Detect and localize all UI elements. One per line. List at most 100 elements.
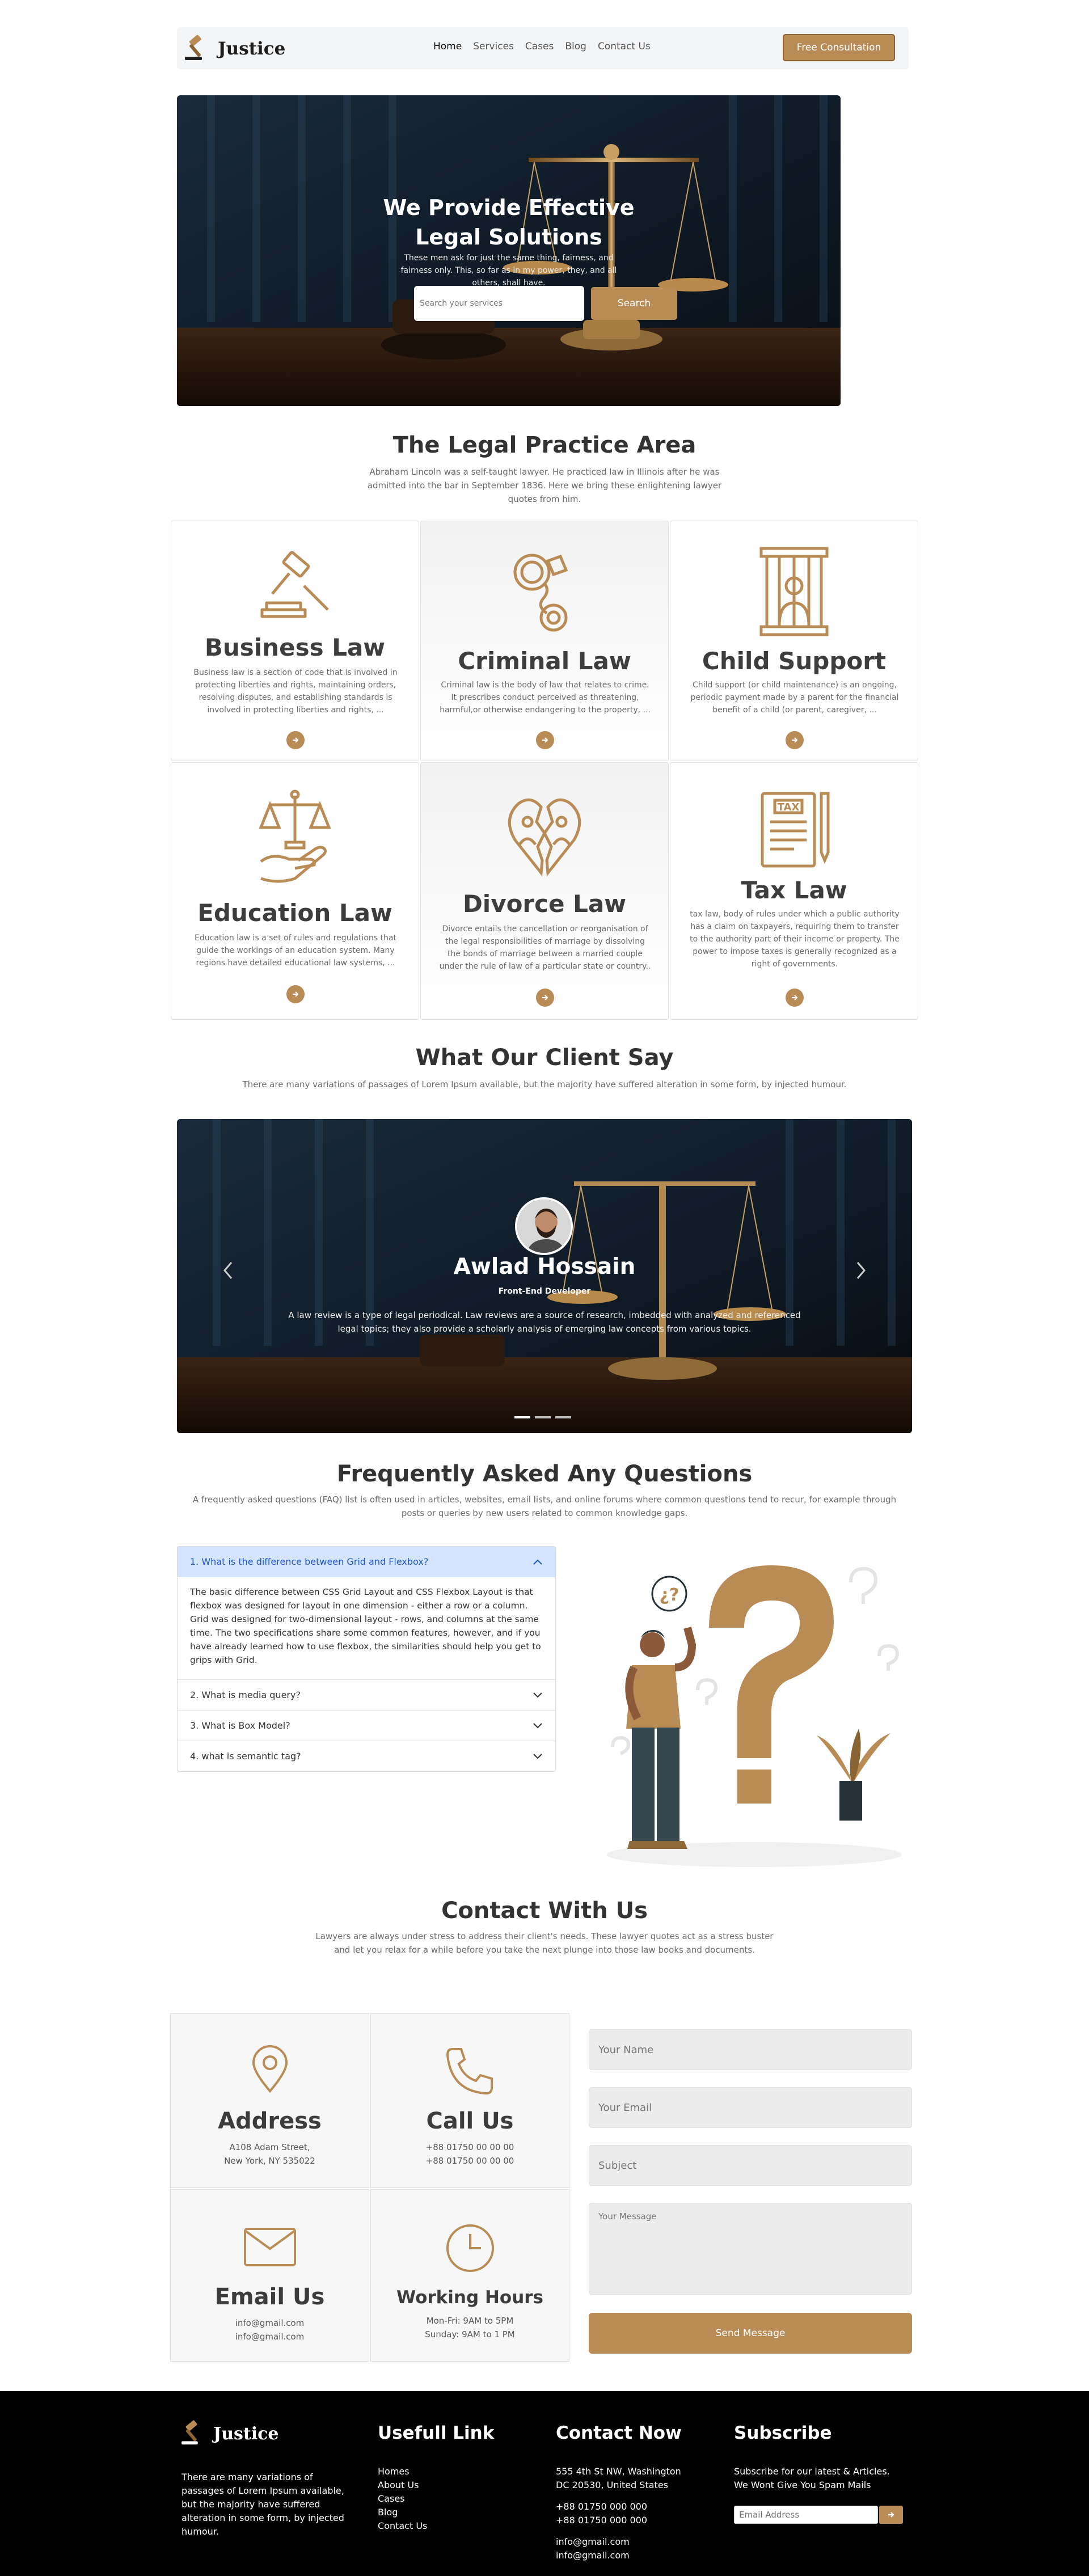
- testimonial-section-subtitle: There are many variations of passages of…: [242, 1079, 847, 1089]
- card-title: Divorce Law: [462, 890, 627, 918]
- nav-services[interactable]: Services: [473, 41, 514, 52]
- practice-card-business-law[interactable]: Business Law Business law is a section o…: [171, 521, 419, 761]
- footer-link-about-us[interactable]: About Us: [378, 2478, 427, 2492]
- hero-title-line2: Legal Solutions: [415, 225, 602, 250]
- arrow-right-icon[interactable]: [286, 731, 305, 749]
- gavel-logo-icon: [180, 2419, 209, 2448]
- call-line-2: +88 01750 00 00 00: [425, 2156, 514, 2166]
- scale-hand-icon: [259, 789, 331, 883]
- faq-question-text: 4. what is semantic tag?: [190, 1751, 301, 1762]
- contact-card-call: Call Us +88 01750 00 00 00 +88 01750 00 …: [370, 2013, 569, 2188]
- practice-section-subtitle: Abraham Lincoln was a self-taught lawyer…: [367, 467, 722, 504]
- faq-question-1[interactable]: 1. What is the difference between Grid a…: [178, 1547, 555, 1577]
- faq-question-4[interactable]: 4. what is semantic tag?: [178, 1741, 555, 1771]
- faq-answer-1: The basic difference between CSS Grid La…: [190, 1587, 541, 1665]
- arrow-right-icon[interactable]: [286, 985, 305, 1003]
- footer-contact-title: Contact Now: [556, 2423, 682, 2443]
- broken-heart-icon: [508, 798, 581, 877]
- footer-brand[interactable]: Justice: [180, 2419, 279, 2448]
- footer-link-contact-us[interactable]: Contact Us: [378, 2519, 427, 2533]
- client-review: A law review is a type of legal periodic…: [288, 1310, 801, 1334]
- practice-card-divorce-law[interactable]: Divorce Law Divorce entails the cancella…: [420, 762, 669, 1020]
- faq-question-2[interactable]: 2. What is media query?: [178, 1679, 555, 1710]
- client-role: Front-End Developer: [498, 1287, 591, 1296]
- hero-title: We Provide Effective Legal Solutions: [177, 193, 841, 252]
- hours-line-2: Sunday: 9AM to 1 PM: [425, 2329, 515, 2339]
- carousel-dot[interactable]: [535, 1416, 551, 1418]
- subscribe-email-input[interactable]: [734, 2506, 878, 2524]
- footer-phone-2: +88 01750 000 000: [556, 2515, 647, 2526]
- envelope-icon: [243, 2228, 296, 2266]
- hours-title: Working Hours: [396, 2287, 544, 2308]
- svg-text:¿?: ¿?: [660, 1585, 679, 1605]
- practice-section-title: The Legal Practice Area: [392, 432, 697, 458]
- faq-question-text: 2. What is media query?: [190, 1690, 301, 1700]
- chevron-down-icon: [533, 1722, 542, 1728]
- search-button[interactable]: Search: [591, 287, 677, 320]
- address-line-1: A108 Adam Street,: [229, 2142, 310, 2152]
- card-text: tax law, body of rules under which a pub…: [690, 910, 900, 969]
- subject-field[interactable]: [589, 2145, 912, 2186]
- message-field[interactable]: [589, 2203, 912, 2295]
- handcuffs-icon: [513, 554, 568, 632]
- email-title: Email Us: [214, 2284, 325, 2310]
- svg-text:TAX: TAX: [778, 801, 800, 813]
- arrow-right-icon: [888, 2512, 894, 2518]
- address-title: Address: [218, 2108, 322, 2134]
- faq-question-3[interactable]: 3. What is Box Model?: [178, 1710, 555, 1741]
- testimonial-section-title: What Our Client Say: [415, 1045, 674, 1071]
- main-nav: Home Services Cases Blog Contact Us: [433, 41, 651, 52]
- name-field[interactable]: [589, 2029, 912, 2070]
- chevron-right-icon[interactable]: [850, 1261, 867, 1283]
- footer-email-1[interactable]: info@gmail.com: [556, 2535, 681, 2549]
- nav-cases[interactable]: Cases: [525, 41, 554, 52]
- email-field[interactable]: [589, 2087, 912, 2128]
- contact-card-hours: Working Hours Mon-Fri: 9AM to 5PM Sunday…: [370, 2189, 569, 2362]
- brand-logo[interactable]: Justice: [184, 34, 285, 64]
- footer-brand-name: Justice: [213, 2423, 279, 2444]
- phone-icon: [446, 2048, 493, 2095]
- arrow-right-icon[interactable]: [536, 989, 554, 1007]
- call-line-1: +88 01750 00 00 00: [425, 2142, 514, 2152]
- clock-icon: [446, 2224, 494, 2272]
- card-title: Child Support: [702, 647, 887, 675]
- send-message-button[interactable]: Send Message: [589, 2313, 912, 2354]
- practice-card-child-support[interactable]: Child Support Child support (or child ma…: [670, 521, 918, 761]
- footer-contact-info: 555 4th St NW, Washington DC 20530, Unit…: [556, 2465, 681, 2562]
- client-name: Awlad Hossain: [453, 1254, 636, 1279]
- free-consultation-button[interactable]: Free Consultation: [783, 34, 895, 61]
- chevron-left-icon[interactable]: [222, 1261, 239, 1283]
- footer-email-2[interactable]: info@gmail.com: [556, 2549, 681, 2562]
- email-line-2: info@gmail.com: [235, 2332, 305, 2342]
- arrow-right-icon[interactable]: [786, 989, 804, 1007]
- footer-links: Homes About Us Cases Blog Contact Us: [378, 2465, 427, 2533]
- subscribe-button[interactable]: [879, 2506, 903, 2524]
- faq-question-text: 1. What is the difference between Grid a…: [190, 1556, 429, 1567]
- call-title: Call Us: [426, 2108, 514, 2134]
- carousel-dot[interactable]: [555, 1416, 571, 1418]
- card-title: Tax Law: [741, 876, 847, 904]
- footer-link-cases[interactable]: Cases: [378, 2492, 427, 2506]
- card-text: Child support (or child maintenance) is …: [690, 681, 899, 715]
- nav-blog[interactable]: Blog: [565, 41, 586, 52]
- card-text: Divorce entails the cancellation or reor…: [439, 924, 651, 971]
- practice-card-tax-law[interactable]: TAX Tax Law tax law, body of rules under…: [670, 762, 918, 1020]
- contact-card-address: Address A108 Adam Street, New York, NY 5…: [170, 2013, 369, 2188]
- footer-about-text: There are many variations of passages of…: [182, 2472, 344, 2537]
- footer-subscribe-title: Subscribe: [734, 2423, 832, 2443]
- gavel-logo-icon: [184, 34, 213, 64]
- address-line-2: New York, NY 535022: [224, 2156, 315, 2166]
- arrow-right-icon[interactable]: [536, 731, 554, 749]
- arrow-right-icon[interactable]: [786, 731, 804, 749]
- hero-title-line1: We Provide Effective: [383, 195, 635, 220]
- nav-contact-us[interactable]: Contact Us: [598, 41, 651, 52]
- footer-link-blog[interactable]: Blog: [378, 2506, 427, 2519]
- carousel-dot[interactable]: [514, 1416, 530, 1418]
- nav-home[interactable]: Home: [433, 41, 462, 52]
- footer-link-homes[interactable]: Homes: [378, 2465, 427, 2478]
- practice-card-criminal-law[interactable]: Criminal Law Criminal law is the body of…: [420, 521, 669, 761]
- service-search-input[interactable]: [414, 286, 584, 321]
- page: Justice Home Services Cases Blog Contact…: [0, 0, 1089, 2576]
- email-line-1: info@gmail.com: [235, 2318, 305, 2328]
- practice-card-education-law[interactable]: Education Law Education law is a set of …: [171, 762, 419, 1020]
